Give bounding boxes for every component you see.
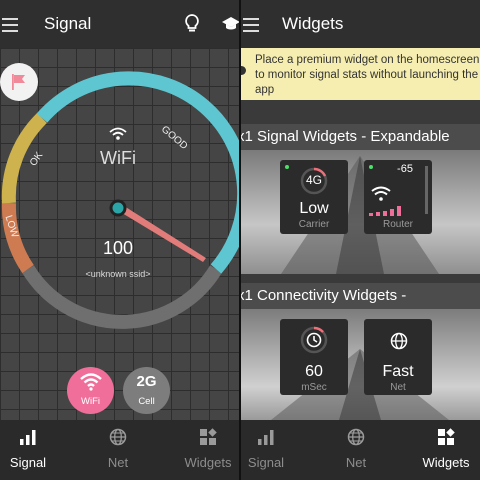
section-title: x1 Connectivity Widgets - (241, 283, 480, 309)
nav-widgets[interactable]: Widgets (411, 420, 480, 480)
network-type: WiFi (100, 148, 136, 168)
wifi-filled-icon (80, 373, 102, 391)
carrier-value: Low (299, 200, 329, 217)
skyscraper-image (271, 349, 449, 420)
nav-net-label: Net (345, 455, 367, 470)
ping-widget[interactable]: 60 mSec (280, 319, 348, 395)
speed-label: Net (390, 382, 406, 393)
connectivity-widgets-section[interactable]: x1 Connectivity Widgets - 60 mSec Fast N… (241, 283, 480, 420)
gauge-hub (109, 199, 127, 217)
widgets-icon (200, 428, 217, 445)
widgets-screen: Widgets Place a premium widget on the ho… (241, 0, 480, 480)
wifi-icon (109, 127, 127, 140)
carrier-widget[interactable]: 4G Low Carrier (280, 160, 348, 234)
speed-widget[interactable]: Fast Net (364, 319, 432, 395)
widget-preview: 4G Low Carrier -65 Router (241, 150, 480, 274)
page-title: Signal (44, 14, 92, 33)
speed-value: Fast (382, 363, 414, 380)
section-title: x1 Signal Widgets - Expandable (241, 124, 480, 150)
nav-signal[interactable]: Signal (0, 420, 63, 480)
signal-widgets-section[interactable]: x1 Signal Widgets - Expandable 4G Low Ca… (241, 124, 480, 274)
signal-gauge (1, 71, 239, 329)
bottom-navigation: Signal Net Widgets (241, 420, 480, 480)
flag-button[interactable] (0, 63, 38, 101)
router-label: Router (382, 219, 413, 230)
level-bar (425, 166, 428, 214)
nav-net[interactable]: Net (83, 420, 153, 480)
globe-icon (109, 428, 127, 446)
ssid-text: <unknown ssid> (85, 269, 151, 279)
banner-dot-icon (241, 66, 246, 75)
menu-icon[interactable] (243, 14, 259, 34)
premium-banner: Place a premium widget on the homescreen… (241, 48, 480, 100)
wifi-mode-label: WiFi (81, 396, 100, 407)
menu-icon[interactable] (2, 14, 18, 34)
nav-net[interactable]: Net (321, 420, 391, 480)
nav-signal[interactable]: Signal (241, 420, 301, 480)
bar-chart-icon (20, 430, 36, 445)
banner-line-3: app (255, 84, 275, 96)
widget-preview: 60 mSec Fast Net (241, 309, 480, 420)
signal-screen: Signal GOOD OK LOW WiFi 100 <unknown ssi… (0, 0, 239, 480)
cell-mode-button[interactable]: 2G Cell (123, 367, 170, 414)
nav-widgets-label: Widgets (422, 455, 470, 470)
nav-net-label: Net (107, 455, 129, 470)
graduation-cap-icon[interactable] (222, 16, 239, 32)
router-value: -65 (397, 163, 413, 175)
bar-chart-icon (258, 430, 274, 445)
ping-value: 60 (305, 363, 323, 380)
clock-icon (306, 332, 322, 348)
banner-line-2: to monitor signal stats without launchin… (255, 69, 479, 81)
banner-line-1: Place a premium widget on the homescreen (255, 54, 480, 66)
signal-app-bar: Signal (0, 0, 239, 48)
widgets-app-bar: Widgets (241, 0, 480, 48)
globe-icon (347, 428, 365, 446)
nav-widgets-label: Widgets (184, 455, 232, 470)
nav-widgets[interactable]: Widgets (173, 420, 239, 480)
wifi-icon (371, 186, 391, 201)
wifi-mode-button[interactable]: WiFi (67, 367, 114, 414)
globe-icon (390, 332, 408, 350)
skyscraper-image (281, 156, 439, 274)
carrier-generation: 4G (305, 173, 322, 187)
router-widget[interactable]: -65 Router (364, 160, 432, 234)
carrier-label: Carrier (298, 219, 330, 230)
bottom-navigation: Signal Net Widgets (0, 420, 239, 480)
widgets-icon (438, 428, 455, 445)
page-title: Widgets (282, 14, 344, 33)
nav-signal-label: Signal (247, 455, 285, 470)
cell-mode-label: Cell (138, 396, 155, 407)
nav-signal-label: Signal (9, 455, 47, 470)
lightbulb-icon[interactable] (184, 14, 200, 34)
status-dot-icon (285, 165, 289, 169)
cell-generation: 2G (136, 373, 157, 390)
ping-unit: mSec (301, 382, 327, 393)
signal-bars-icon (369, 206, 401, 216)
signal-value: 100 (102, 238, 134, 258)
flag-icon (12, 74, 25, 90)
